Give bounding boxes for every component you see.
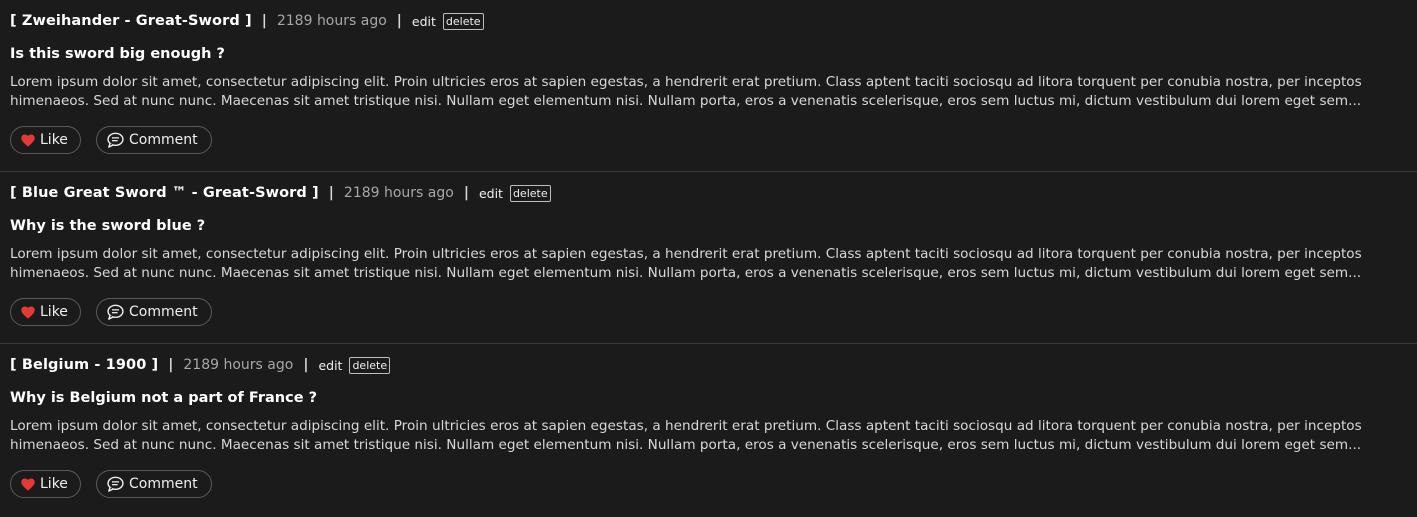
comment-button[interactable]: Comment bbox=[96, 298, 212, 326]
post-time: 2189 hours ago bbox=[183, 357, 294, 373]
post-actions: Like Comment bbox=[10, 298, 1407, 326]
comment-label: Comment bbox=[129, 476, 198, 492]
post-actions: Like Comment bbox=[10, 470, 1407, 498]
post-subject[interactable]: [ Belgium - 1900 ] bbox=[10, 357, 158, 373]
like-label: Like bbox=[40, 476, 68, 492]
edit-link[interactable]: edit bbox=[412, 14, 436, 29]
comment-bubble-icon bbox=[107, 304, 124, 320]
post-title: Why is Belgium not a part of France ? bbox=[10, 390, 317, 406]
post-time: 2189 hours ago bbox=[343, 185, 454, 201]
post-time: 2189 hours ago bbox=[276, 13, 387, 29]
post-subject[interactable]: [ Blue Great Sword ™ - Great-Sword ] bbox=[10, 185, 319, 201]
comment-label: Comment bbox=[129, 132, 198, 148]
comment-button[interactable]: Comment bbox=[96, 126, 212, 154]
heart-icon bbox=[21, 306, 35, 319]
post-title: Is this sword big enough ? bbox=[10, 46, 225, 62]
post-feed: [ Zweihander - Great-Sword ] | 2189 hour… bbox=[0, 0, 1417, 516]
meta-separator: | bbox=[261, 13, 267, 29]
meta-separator: | bbox=[303, 357, 309, 373]
like-button[interactable]: Like bbox=[10, 126, 81, 154]
meta-separator: | bbox=[328, 185, 334, 201]
post-subject[interactable]: [ Zweihander - Great-Sword ] bbox=[10, 13, 252, 29]
delete-button[interactable]: delete bbox=[349, 356, 391, 374]
post-card: [ Belgium - 1900 ] | 2189 hours ago | ed… bbox=[0, 344, 1417, 516]
comment-bubble-icon bbox=[107, 476, 124, 492]
post-card: [ Blue Great Sword ™ - Great-Sword ] | 2… bbox=[0, 172, 1417, 344]
comment-button[interactable]: Comment bbox=[96, 470, 212, 498]
post-body: Lorem ipsum dolor sit amet, consectetur … bbox=[10, 246, 1362, 281]
delete-button[interactable]: delete bbox=[442, 12, 484, 30]
post-meta: [ Blue Great Sword ™ - Great-Sword ] | 2… bbox=[10, 182, 1407, 204]
comment-label: Comment bbox=[129, 304, 198, 320]
meta-separator: | bbox=[463, 185, 469, 201]
edit-link[interactable]: edit bbox=[479, 186, 503, 201]
post-body: Lorem ipsum dolor sit amet, consectetur … bbox=[10, 418, 1362, 453]
post-title: Why is the sword blue ? bbox=[10, 218, 206, 234]
post-meta: [ Belgium - 1900 ] | 2189 hours ago | ed… bbox=[10, 354, 1407, 376]
post-body: Lorem ipsum dolor sit amet, consectetur … bbox=[10, 74, 1362, 109]
meta-separator: | bbox=[168, 357, 174, 373]
heart-icon bbox=[21, 134, 35, 147]
like-button[interactable]: Like bbox=[10, 470, 81, 498]
comment-bubble-icon bbox=[107, 132, 124, 148]
heart-icon bbox=[21, 478, 35, 491]
like-label: Like bbox=[40, 132, 68, 148]
post-meta: [ Zweihander - Great-Sword ] | 2189 hour… bbox=[10, 10, 1407, 32]
like-label: Like bbox=[40, 304, 68, 320]
like-button[interactable]: Like bbox=[10, 298, 81, 326]
edit-link[interactable]: edit bbox=[318, 358, 342, 373]
post-actions: Like Comment bbox=[10, 126, 1407, 154]
meta-separator: | bbox=[396, 13, 402, 29]
post-card: [ Zweihander - Great-Sword ] | 2189 hour… bbox=[0, 0, 1417, 172]
delete-button[interactable]: delete bbox=[509, 184, 551, 202]
